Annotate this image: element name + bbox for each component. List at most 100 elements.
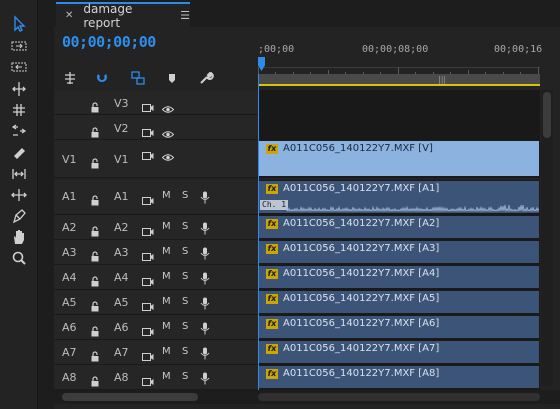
lock-icon[interactable] bbox=[90, 297, 100, 312]
track-lane[interactable]: fx A011C056_140122Y7.MXF [A4] bbox=[258, 265, 540, 290]
source-patch[interactable]: A2 bbox=[62, 221, 77, 234]
audio-clip[interactable]: fx A011C056_140122Y7.MXF [A4] bbox=[258, 265, 540, 289]
solo-button[interactable]: S bbox=[182, 296, 188, 307]
track-lane[interactable]: fx A011C056_140122Y7.MXF [A2] bbox=[258, 215, 540, 240]
track-target[interactable]: A1 bbox=[114, 190, 129, 203]
zoom-icon[interactable] bbox=[8, 248, 30, 268]
pen-icon[interactable] bbox=[8, 206, 30, 226]
microphone-icon[interactable] bbox=[200, 220, 210, 235]
track-target[interactable]: A3 bbox=[114, 246, 129, 259]
lock-icon[interactable] bbox=[90, 98, 100, 112]
solo-button[interactable]: S bbox=[182, 246, 188, 257]
mute-button[interactable]: M bbox=[162, 371, 171, 382]
sync-lock-icon[interactable] bbox=[142, 272, 154, 286]
sync-lock-icon[interactable] bbox=[142, 372, 154, 386]
track-target[interactable]: A2 bbox=[114, 221, 129, 234]
source-patch[interactable]: A4 bbox=[62, 271, 77, 284]
lock-icon[interactable] bbox=[90, 247, 100, 262]
microphone-icon[interactable] bbox=[200, 345, 210, 360]
source-patch[interactable]: A6 bbox=[62, 321, 77, 334]
lock-icon[interactable] bbox=[90, 372, 100, 387]
snap-icon[interactable] bbox=[94, 70, 110, 86]
track-lane[interactable]: fx A011C056_140122Y7.MXF [A6] bbox=[258, 315, 540, 340]
mute-button[interactable]: M bbox=[162, 221, 171, 232]
scroll-thumb[interactable] bbox=[62, 393, 198, 401]
microphone-icon[interactable] bbox=[200, 295, 210, 310]
source-patch[interactable]: A1 bbox=[62, 190, 77, 203]
audio-clip[interactable]: fx A011C056_140122Y7.MXF [A2] bbox=[258, 215, 540, 239]
solo-button[interactable]: S bbox=[182, 346, 188, 357]
sync-lock-icon[interactable] bbox=[142, 222, 154, 236]
playhead-timecode[interactable]: 00;00;00;00 bbox=[62, 33, 156, 51]
close-icon[interactable]: ✕ bbox=[65, 10, 73, 21]
rolling-edit-icon[interactable] bbox=[8, 100, 30, 120]
sync-lock-icon[interactable] bbox=[142, 247, 154, 261]
source-patch[interactable]: A3 bbox=[62, 246, 77, 259]
solo-button[interactable]: S bbox=[182, 321, 188, 332]
tab-sequence[interactable]: ✕ damage report ☰ bbox=[56, 2, 190, 30]
audio-clip[interactable]: fx A011C056_140122Y7.MXF [A8] bbox=[258, 365, 540, 389]
lock-icon[interactable] bbox=[90, 123, 100, 137]
track-target[interactable]: V2 bbox=[114, 122, 129, 135]
mute-button[interactable]: M bbox=[162, 271, 171, 282]
scroll-thumb[interactable] bbox=[543, 92, 551, 138]
track-target[interactable]: A6 bbox=[114, 321, 129, 334]
grip-icon[interactable]: ||| bbox=[438, 75, 446, 84]
mute-button[interactable]: M bbox=[162, 346, 171, 357]
hand-icon[interactable] bbox=[8, 227, 30, 247]
lock-icon[interactable] bbox=[90, 272, 100, 287]
audio-clip[interactable]: fx A011C056_140122Y7.MXF [A6] bbox=[258, 315, 540, 339]
eye-icon[interactable] bbox=[161, 99, 175, 113]
eye-icon[interactable] bbox=[161, 147, 175, 161]
audio-clip[interactable]: fx A011C056_140122Y7.MXF [A1] Ch. 1 bbox=[258, 180, 540, 214]
mute-button[interactable]: M bbox=[162, 296, 171, 307]
lock-icon[interactable] bbox=[90, 322, 100, 337]
horizontal-scrollbar[interactable] bbox=[54, 390, 560, 404]
microphone-icon[interactable] bbox=[200, 320, 210, 335]
track-lane[interactable]: fx A011C056_140122Y7.MXF [A7] bbox=[258, 340, 540, 365]
track-lane[interactable] bbox=[258, 115, 540, 140]
mute-button[interactable]: M bbox=[162, 190, 171, 201]
track-lane[interactable]: fx A011C056_140122Y7.MXF [A3] bbox=[258, 240, 540, 265]
rate-stretch-icon[interactable] bbox=[8, 121, 30, 141]
track-select-forward-icon[interactable] bbox=[8, 36, 30, 56]
sync-lock-icon[interactable] bbox=[142, 123, 154, 137]
solo-button[interactable]: S bbox=[182, 271, 188, 282]
lock-icon[interactable] bbox=[90, 222, 100, 237]
ripple-edit-icon[interactable] bbox=[8, 79, 30, 99]
track-lane[interactable]: fx A011C056_140122Y7.MXF [A8] bbox=[258, 365, 540, 390]
wrench-icon[interactable] bbox=[198, 70, 214, 86]
lock-icon[interactable] bbox=[90, 154, 100, 169]
time-ruler[interactable]: ;00;00 00;00;08;00 00;00;16 ||| bbox=[258, 36, 542, 88]
source-patch[interactable]: A5 bbox=[62, 296, 77, 309]
razor-icon[interactable] bbox=[8, 143, 30, 163]
panel-menu-icon[interactable]: ☰ bbox=[180, 9, 190, 22]
track-select-backward-icon[interactable] bbox=[8, 57, 30, 77]
source-patch[interactable]: A7 bbox=[62, 346, 77, 359]
vertical-scrollbar[interactable] bbox=[541, 90, 553, 386]
track-target[interactable]: A5 bbox=[114, 296, 129, 309]
solo-button[interactable]: S bbox=[182, 190, 188, 201]
insert-overwrite-sequences-icon[interactable] bbox=[62, 70, 78, 86]
mute-button[interactable]: M bbox=[162, 321, 171, 332]
sync-lock-icon[interactable] bbox=[142, 322, 154, 336]
sync-lock-icon[interactable] bbox=[142, 146, 154, 160]
track-target[interactable]: A8 bbox=[114, 371, 129, 384]
lock-icon[interactable] bbox=[90, 191, 100, 206]
track-lane[interactable]: fx A011C056_140122Y7.MXF [A5] bbox=[258, 290, 540, 315]
track-target[interactable]: V1 bbox=[114, 153, 129, 166]
track-lane[interactable]: fx A011C056_140122Y7.MXF [V] bbox=[258, 140, 540, 178]
audio-clip[interactable]: fx A011C056_140122Y7.MXF [A7] bbox=[258, 340, 540, 364]
source-patch[interactable]: A8 bbox=[62, 371, 77, 384]
video-clip[interactable]: fx A011C056_140122Y7.MXF [V] bbox=[258, 140, 540, 177]
lock-icon[interactable] bbox=[90, 347, 100, 362]
microphone-icon[interactable] bbox=[200, 245, 210, 260]
microphone-icon[interactable] bbox=[200, 370, 210, 385]
track-lane[interactable]: fx A011C056_140122Y7.MXF [A1] Ch. 1 bbox=[258, 180, 540, 215]
audio-clip[interactable]: fx A011C056_140122Y7.MXF [A5] bbox=[258, 290, 540, 314]
sync-lock-icon[interactable] bbox=[142, 98, 154, 112]
slide-icon[interactable] bbox=[8, 185, 30, 205]
sync-lock-icon[interactable] bbox=[142, 191, 154, 205]
solo-button[interactable]: S bbox=[182, 371, 188, 382]
track-target[interactable]: A4 bbox=[114, 271, 129, 284]
